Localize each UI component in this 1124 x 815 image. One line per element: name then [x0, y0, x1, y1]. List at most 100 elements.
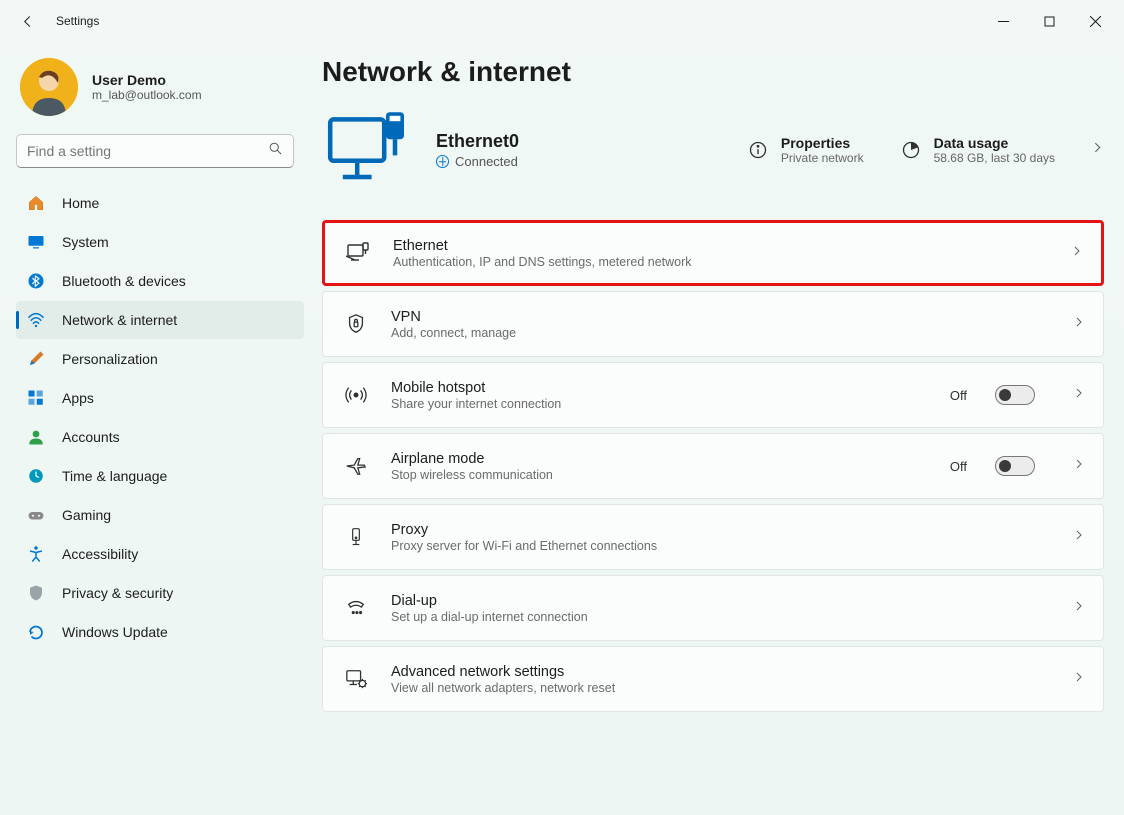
- card-title: Airplane mode: [391, 451, 928, 467]
- card-airplane[interactable]: Airplane mode Stop wireless communicatio…: [322, 433, 1104, 499]
- sidebar-item-label: Bluetooth & devices: [62, 273, 186, 289]
- window-title: Settings: [56, 14, 99, 28]
- card-desc: Proxy server for Wi-Fi and Ethernet conn…: [391, 539, 1035, 553]
- sidebar-item-accessibility[interactable]: Accessibility: [16, 535, 304, 573]
- hotspot-toggle[interactable]: [995, 385, 1035, 405]
- search-field[interactable]: [27, 143, 268, 159]
- gaming-icon: [26, 505, 46, 525]
- network-monitor-icon: [322, 104, 414, 196]
- data-usage-link[interactable]: Data usage 58.68 GB, last 30 days: [900, 135, 1055, 165]
- sidebar-item-system[interactable]: System: [16, 223, 304, 261]
- advanced-network-icon: [343, 666, 369, 692]
- sidebar-item-time[interactable]: Time & language: [16, 457, 304, 495]
- card-advanced[interactable]: Advanced network settings View all netwo…: [322, 646, 1104, 712]
- system-icon: [26, 232, 46, 252]
- vpn-icon: [343, 311, 369, 337]
- sidebar-item-label: Windows Update: [62, 624, 168, 640]
- airplane-icon: [343, 453, 369, 479]
- sidebar-item-label: Gaming: [62, 507, 111, 523]
- page-title: Network & internet: [322, 56, 1104, 88]
- main-content: Network & internet Ethernet0 Connected: [310, 42, 1124, 815]
- card-desc: Stop wireless communication: [391, 468, 928, 482]
- chevron-right-icon: [1073, 599, 1085, 617]
- hotspot-icon: [343, 382, 369, 408]
- chevron-right-icon: [1073, 670, 1085, 688]
- card-vpn[interactable]: VPN Add, connect, manage: [322, 291, 1104, 357]
- update-icon: [26, 622, 46, 642]
- sidebar-item-label: Home: [62, 195, 99, 211]
- chevron-right-icon[interactable]: [1091, 141, 1104, 159]
- card-desc: Add, connect, manage: [391, 326, 1035, 340]
- info-icon: [747, 139, 769, 161]
- card-title: Mobile hotspot: [391, 380, 928, 396]
- accessibility-icon: [26, 544, 46, 564]
- sidebar-item-label: Privacy & security: [62, 585, 173, 601]
- connection-status: Connected: [455, 154, 518, 169]
- close-button[interactable]: [1072, 5, 1118, 37]
- card-desc: View all network adapters, network reset: [391, 681, 1035, 695]
- minimize-button[interactable]: [980, 5, 1026, 37]
- network-icon: [26, 310, 46, 330]
- chevron-right-icon: [1071, 244, 1083, 262]
- ethernet-icon: [345, 240, 371, 266]
- properties-link[interactable]: Properties Private network: [747, 135, 864, 165]
- card-hotspot[interactable]: Mobile hotspot Share your internet conne…: [322, 362, 1104, 428]
- sidebar-item-accounts[interactable]: Accounts: [16, 418, 304, 456]
- globe-icon: [436, 155, 449, 168]
- network-summary: Ethernet0 Connected Properties Private n…: [322, 104, 1104, 196]
- proxy-icon: [343, 524, 369, 550]
- card-ethernet[interactable]: Ethernet Authentication, IP and DNS sett…: [322, 220, 1104, 286]
- card-title: VPN: [391, 309, 1035, 325]
- sidebar-item-gaming[interactable]: Gaming: [16, 496, 304, 534]
- avatar: [20, 58, 78, 116]
- home-icon: [26, 193, 46, 213]
- user-name: User Demo: [92, 72, 202, 88]
- card-title: Ethernet: [393, 238, 1033, 254]
- sidebar: User Demo m_lab@outlook.com Home System …: [0, 42, 310, 815]
- sidebar-item-label: System: [62, 234, 109, 250]
- connection-name: Ethernet0: [436, 131, 519, 152]
- chevron-right-icon: [1073, 457, 1085, 475]
- airplane-toggle[interactable]: [995, 456, 1035, 476]
- sidebar-item-personalization[interactable]: Personalization: [16, 340, 304, 378]
- accounts-icon: [26, 427, 46, 447]
- chevron-right-icon: [1073, 528, 1085, 546]
- chevron-right-icon: [1073, 315, 1085, 333]
- card-desc: Share your internet connection: [391, 397, 928, 411]
- dialup-icon: [343, 595, 369, 621]
- toggle-label: Off: [950, 388, 967, 403]
- sidebar-item-update[interactable]: Windows Update: [16, 613, 304, 651]
- back-icon[interactable]: [20, 13, 36, 29]
- user-profile[interactable]: User Demo m_lab@outlook.com: [16, 52, 304, 134]
- data-usage-icon: [900, 139, 922, 161]
- card-dialup[interactable]: Dial-up Set up a dial-up internet connec…: [322, 575, 1104, 641]
- toggle-label: Off: [950, 459, 967, 474]
- title-bar: Settings: [0, 0, 1124, 42]
- usage-label: Data usage: [934, 135, 1055, 151]
- sidebar-item-label: Accounts: [62, 429, 120, 445]
- personalization-icon: [26, 349, 46, 369]
- sidebar-item-privacy[interactable]: Privacy & security: [16, 574, 304, 612]
- card-title: Dial-up: [391, 593, 1035, 609]
- sidebar-item-label: Personalization: [62, 351, 158, 367]
- card-desc: Authentication, IP and DNS settings, met…: [393, 255, 1033, 269]
- sidebar-item-network[interactable]: Network & internet: [16, 301, 304, 339]
- chevron-right-icon: [1073, 386, 1085, 404]
- search-icon: [268, 141, 283, 161]
- sidebar-item-home[interactable]: Home: [16, 184, 304, 222]
- maximize-button[interactable]: [1026, 5, 1072, 37]
- apps-icon: [26, 388, 46, 408]
- usage-desc: 58.68 GB, last 30 days: [934, 151, 1055, 165]
- sidebar-item-label: Network & internet: [62, 312, 177, 328]
- card-proxy[interactable]: Proxy Proxy server for Wi-Fi and Etherne…: [322, 504, 1104, 570]
- card-title: Proxy: [391, 522, 1035, 538]
- sidebar-item-apps[interactable]: Apps: [16, 379, 304, 417]
- sidebar-item-label: Apps: [62, 390, 94, 406]
- card-title: Advanced network settings: [391, 664, 1035, 680]
- sidebar-item-bluetooth[interactable]: Bluetooth & devices: [16, 262, 304, 300]
- search-input[interactable]: [16, 134, 294, 168]
- user-email: m_lab@outlook.com: [92, 88, 202, 102]
- properties-label: Properties: [781, 135, 864, 151]
- nav-list: Home System Bluetooth & devices Network …: [16, 184, 304, 651]
- sidebar-item-label: Time & language: [62, 468, 167, 484]
